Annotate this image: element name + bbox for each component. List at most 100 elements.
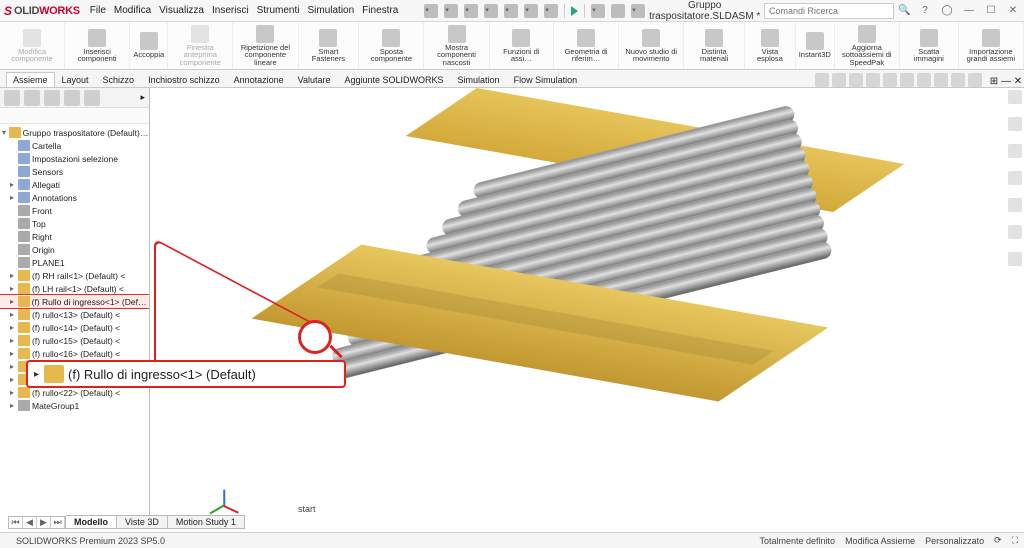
forum-icon[interactable] [1008, 252, 1022, 266]
ribbon-sposta-componente[interactable]: Sposta componente [359, 22, 424, 69]
zoom-area-icon[interactable] [832, 73, 846, 87]
tree-item[interactable]: ▸(f) rullo<13> (Default) < [0, 308, 149, 321]
tab-layout[interactable]: Layout [55, 72, 96, 87]
tree-item[interactable]: Front [0, 204, 149, 217]
config-manager-tab[interactable] [44, 90, 60, 106]
close-button[interactable]: ✕ [1006, 5, 1020, 16]
rebuild-icon[interactable] [571, 6, 578, 16]
tree-item[interactable]: ▸Annotations [0, 191, 149, 204]
design-library-icon[interactable] [1008, 117, 1022, 131]
graphics-area[interactable]: start [150, 88, 1024, 518]
tab-schizzo[interactable]: Schizzo [96, 72, 142, 87]
expand-task-icon[interactable]: ⊞ [988, 76, 1000, 87]
tree-item[interactable]: Right [0, 230, 149, 243]
ribbon-instant-d[interactable]: Instant3D [796, 22, 835, 69]
undo-icon[interactable] [524, 4, 538, 18]
menu-inserisci[interactable]: Inserisci [212, 5, 249, 16]
ribbon-accoppia[interactable]: Accoppia [130, 22, 168, 69]
tree-item[interactable]: ▸(f) Rullo di ingresso<1> (Default) [0, 295, 149, 308]
section-view-icon[interactable] [866, 73, 880, 87]
property-manager-tab[interactable] [24, 90, 40, 106]
file-explorer-icon[interactable] [1008, 144, 1022, 158]
search-icon[interactable]: 🔍 [898, 5, 910, 16]
ribbon-mostra-componenti-na[interactable]: Mostra componenti nascosti [424, 22, 489, 69]
custom-props-icon[interactable] [1008, 225, 1022, 239]
tree-item[interactable]: ▸(f) rullo<15> (Default) < [0, 334, 149, 347]
tab-inchiostro-schizzo[interactable]: Inchiostro schizzo [141, 72, 227, 87]
expand-arrow-icon[interactable]: ▸ [140, 92, 145, 103]
ribbon-importazione-grandi-[interactable]: Importazione grandi assiemi [959, 22, 1024, 69]
status-fullscreen-icon[interactable]: ⛶ [1012, 535, 1018, 546]
minimize-button[interactable]: — [962, 5, 976, 16]
status-rebuild-icon[interactable]: ⟳ [994, 535, 1002, 546]
ribbon-aggiorna-sottoassiem[interactable]: Aggiorna sottoassiemi di SpeedPak [835, 22, 900, 69]
menu-file[interactable]: File [90, 5, 106, 16]
display-style-icon[interactable] [900, 73, 914, 87]
select-icon[interactable] [544, 4, 558, 18]
tree-item[interactable]: ▸MateGroup1 [0, 399, 149, 412]
tab-prev-icon[interactable]: ◀ [23, 517, 37, 528]
doc-close-icon[interactable]: ✕ [1012, 76, 1024, 87]
resources-icon[interactable] [1008, 90, 1022, 104]
ribbon-geometria-di-riferim[interactable]: Geometria di riferim… [554, 22, 619, 69]
view-orient-icon[interactable] [883, 73, 897, 87]
tree-item[interactable]: Sensors [0, 165, 149, 178]
settings-icon[interactable] [611, 4, 625, 18]
hide-show-icon[interactable] [917, 73, 931, 87]
command-search-input[interactable] [764, 3, 894, 19]
ribbon-vista-esplosa[interactable]: Vista esplosa [745, 22, 796, 69]
view-settings-icon[interactable] [968, 73, 982, 87]
ribbon-scatta-immagini[interactable]: Scatta immagini [900, 22, 959, 69]
tab-simulation[interactable]: Simulation [451, 72, 507, 87]
maximize-button[interactable]: ☐ [984, 5, 998, 16]
tab-valutare[interactable]: Valutare [291, 72, 338, 87]
appearances-icon[interactable] [1008, 198, 1022, 212]
scene-icon[interactable] [951, 73, 965, 87]
tab-aggiunte-solidworks[interactable]: Aggiunte SOLIDWORKS [338, 72, 451, 87]
tree-item[interactable]: ▸(f) RH rail<1> (Default) < [0, 269, 149, 282]
new-icon[interactable] [444, 4, 458, 18]
collapse-icon[interactable]: — [1000, 76, 1012, 87]
help-icon[interactable]: ? [918, 5, 932, 16]
orientation-triad[interactable] [218, 482, 248, 512]
tree-item[interactable]: PLANE1 [0, 256, 149, 269]
print-icon[interactable] [504, 4, 518, 18]
view-palette-icon[interactable] [1008, 171, 1022, 185]
tree-root[interactable]: ▾ Gruppo traspositatore (Default) <Displ… [0, 126, 149, 139]
tab-flow-simulation[interactable]: Flow Simulation [507, 72, 585, 87]
conveyor-model[interactable] [265, 126, 945, 426]
tab-next-icon[interactable]: ▶ [37, 517, 51, 528]
feature-filter-bar[interactable] [0, 108, 149, 124]
save-icon[interactable] [484, 4, 498, 18]
feature-tree-tab[interactable] [4, 90, 20, 106]
ribbon-nuovo-studio-di-movi[interactable]: Nuovo studio di movimento [619, 22, 684, 69]
tree-item[interactable]: Origin [0, 243, 149, 256]
window-icon[interactable] [631, 4, 645, 18]
menu-strumenti[interactable]: Strumenti [257, 5, 300, 16]
btab-modello[interactable]: Modello [66, 515, 117, 529]
options-icon[interactable] [591, 4, 605, 18]
menu-finestra[interactable]: Finestra [362, 5, 398, 16]
tab-last-icon[interactable]: ⏭ [51, 517, 65, 528]
zoom-fit-icon[interactable] [815, 73, 829, 87]
tree-item[interactable]: ▸(f) LH rail<1> (Default) < [0, 282, 149, 295]
ribbon-smart-fasteners[interactable]: Smart Fasteners [299, 22, 360, 69]
tree-item[interactable]: Cartella [0, 139, 149, 152]
ribbon-ripetizione-del-comp[interactable]: Ripetizione del componente lineare [233, 22, 298, 69]
user-icon[interactable]: ◯ [940, 5, 954, 16]
ribbon-inserisci-componenti[interactable]: Inserisci componenti [65, 22, 130, 69]
status-custom[interactable]: Personalizzato [925, 536, 984, 546]
menu-simulation[interactable]: Simulation [307, 5, 354, 16]
menu-modifica[interactable]: Modifica [114, 5, 151, 16]
tree-item[interactable]: Impostazioni selezione [0, 152, 149, 165]
tree-item[interactable]: ▸Allegati [0, 178, 149, 191]
tab-assieme[interactable]: Assieme [6, 72, 55, 87]
display-manager-tab[interactable] [84, 90, 100, 106]
dimxpert-tab[interactable] [64, 90, 80, 106]
home-icon[interactable] [424, 4, 438, 18]
prev-view-icon[interactable] [849, 73, 863, 87]
tree-item[interactable]: ▸(f) rullo<16> (Default) < [0, 347, 149, 360]
appearance-icon[interactable] [934, 73, 948, 87]
btab-motion-study-1[interactable]: Motion Study 1 [168, 515, 245, 529]
tab-annotazione[interactable]: Annotazione [227, 72, 291, 87]
